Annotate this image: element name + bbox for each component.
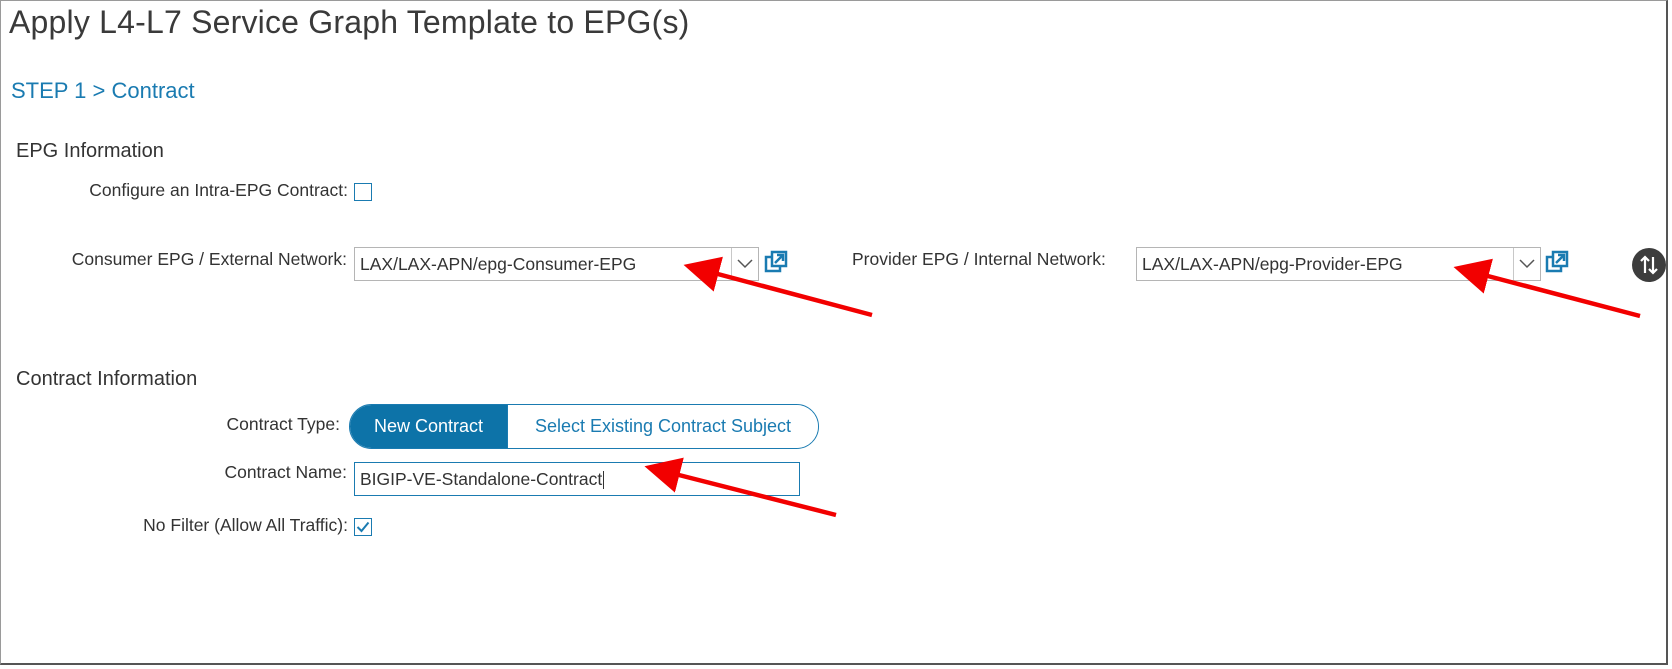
provider-epg-label: Provider EPG / Internal Network:: [852, 249, 1106, 269]
contract-name-field[interactable]: BIGIP-VE-Standalone-Contract: [354, 462, 800, 496]
no-filter-label: No Filter (Allow All Traffic):: [143, 515, 348, 535]
text-cursor: [603, 471, 605, 490]
swap-icon[interactable]: [1632, 248, 1666, 282]
consumer-epg-label: Consumer EPG / External Network:: [71, 249, 347, 269]
dialog-frame: [0, 0, 1668, 665]
epg-info-heading: EPG Information: [16, 140, 164, 162]
contract-name-label: Contract Name:: [224, 462, 347, 482]
intra-epg-label: Configure an Intra-EPG Contract:: [89, 180, 348, 200]
open-external-icon[interactable]: [1545, 250, 1569, 274]
step-breadcrumb: STEP 1 > Contract: [11, 78, 195, 103]
provider-epg-select[interactable]: LAX/LAX-APN/epg-Provider-EPG: [1136, 247, 1541, 281]
open-external-icon[interactable]: [764, 250, 788, 274]
no-filter-checkbox[interactable]: [354, 518, 372, 536]
chevron-down-icon[interactable]: [731, 248, 758, 280]
contract-type-toggle[interactable]: New Contract Select Existing Contract Su…: [349, 404, 819, 449]
checkmark-icon: [356, 521, 370, 533]
contract-name-value: BIGIP-VE-Standalone-Contract: [360, 469, 603, 489]
chevron-down-icon[interactable]: [1513, 248, 1540, 280]
dialog-title: Apply L4-L7 Service Graph Template to EP…: [9, 4, 690, 40]
provider-epg-value: LAX/LAX-APN/epg-Provider-EPG: [1142, 254, 1403, 274]
consumer-epg-value: LAX/LAX-APN/epg-Consumer-EPG: [360, 254, 637, 274]
contract-type-label: Contract Type:: [226, 414, 341, 434]
intra-epg-checkbox[interactable]: [354, 183, 372, 201]
consumer-epg-select[interactable]: LAX/LAX-APN/epg-Consumer-EPG: [354, 247, 759, 281]
new-contract-option[interactable]: New Contract: [350, 405, 507, 448]
contract-info-heading: Contract Information: [16, 368, 198, 390]
select-existing-option[interactable]: Select Existing Contract Subject: [507, 405, 818, 448]
